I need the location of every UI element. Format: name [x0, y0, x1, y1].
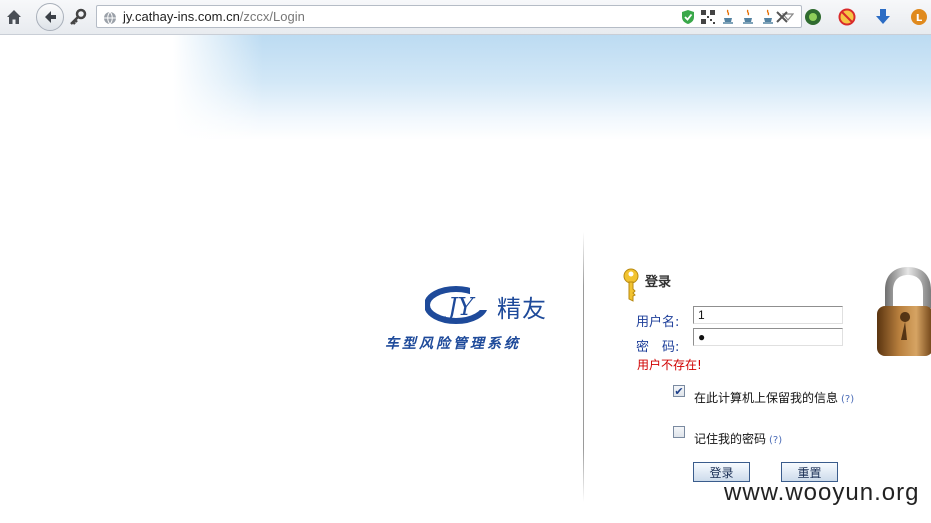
- java-icon[interactable]: [721, 9, 735, 25]
- remember-password-checkbox[interactable]: [673, 426, 685, 438]
- help-link[interactable]: (?): [769, 435, 782, 446]
- qr-code-icon[interactable]: [701, 9, 715, 25]
- help-link[interactable]: (?): [841, 394, 854, 405]
- logo-letters: JY: [443, 293, 476, 321]
- key-icon: [623, 268, 639, 302]
- username-label: 用户名:: [636, 315, 680, 330]
- close-icon[interactable]: [772, 7, 792, 27]
- password-input[interactable]: ●: [693, 328, 843, 346]
- block-icon[interactable]: [837, 7, 857, 27]
- address-bar[interactable]: jy.cathay-ins.com.cn/zccx/Login: [96, 5, 802, 28]
- download-icon[interactable]: [873, 7, 893, 27]
- username-input[interactable]: [693, 306, 843, 324]
- divider: [583, 232, 584, 502]
- key-icon[interactable]: [68, 7, 88, 27]
- padlock-icon: [877, 267, 931, 356]
- error-message: 用户不存在!: [637, 358, 702, 372]
- remember-password-text: 记住我的密码: [694, 432, 767, 446]
- globe-icon: [103, 10, 117, 25]
- remember-info-checkbox[interactable]: ✔: [673, 385, 685, 397]
- system-subtitle: 车型风险管理系统: [385, 336, 521, 352]
- brand-name: 精友: [497, 295, 547, 323]
- java-icon[interactable]: [741, 9, 755, 25]
- home-icon[interactable]: [4, 7, 24, 27]
- svg-text:L: L: [916, 13, 923, 24]
- url-host: jy.cathay-ins.com.cn: [123, 9, 240, 24]
- back-icon[interactable]: [36, 3, 64, 31]
- url-path: /zccx/Login: [239, 9, 305, 24]
- header-banner: [173, 35, 931, 140]
- shield-icon[interactable]: [681, 9, 695, 25]
- login-title: 登录: [645, 275, 672, 290]
- remember-info-label[interactable]: 在此计算机上保留我的信息 (?): [694, 389, 854, 406]
- url-text[interactable]: jy.cathay-ins.com.cn/zccx/Login: [123, 9, 305, 24]
- watermark: www.wooyun.org: [724, 479, 920, 506]
- lastpass-icon[interactable]: L: [909, 7, 929, 27]
- remember-info-text: 在此计算机上保留我的信息: [694, 391, 839, 405]
- extension-icon[interactable]: [803, 7, 823, 27]
- browser-toolbar: jy.cathay-ins.com.cn/zccx/Login L: [0, 0, 931, 35]
- remember-password-label[interactable]: 记住我的密码 (?): [694, 430, 782, 447]
- password-label: 密 码:: [636, 340, 680, 355]
